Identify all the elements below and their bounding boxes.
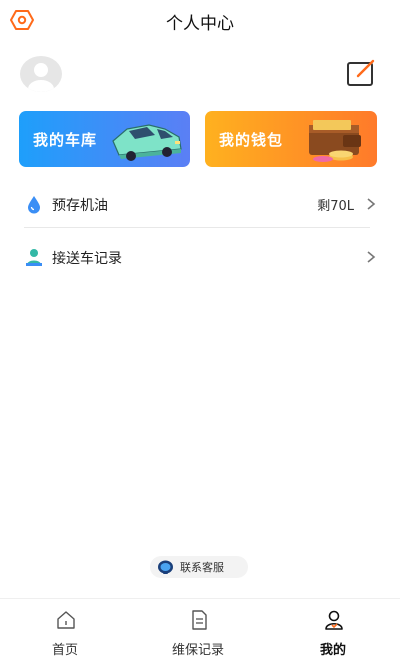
person-icon	[325, 610, 343, 630]
home-icon	[57, 611, 75, 629]
header: 个人中心	[0, 0, 400, 40]
document-icon	[192, 610, 207, 630]
my-garage-card[interactable]: 我的车库	[19, 111, 190, 167]
wallet-illustration-icon	[309, 120, 361, 162]
pickup-records-label: 接送车记录	[52, 251, 122, 267]
my-wallet-label: 我的钱包	[219, 131, 284, 149]
my-garage-label: 我的车库	[33, 131, 98, 149]
driver-person-icon	[26, 249, 42, 266]
contact-service-button[interactable]: 联系客服	[150, 556, 248, 578]
pickup-records-row[interactable]: 接送车记录	[20, 239, 378, 275]
divider	[24, 227, 370, 228]
default-avatar-icon	[28, 63, 54, 92]
page-title: 个人中心	[166, 14, 234, 34]
tab-bar: 首页 维保记录 我的	[0, 598, 400, 666]
chevron-right-icon	[367, 251, 376, 263]
chevron-right-icon	[367, 198, 376, 210]
oil-remaining-value: 剩70L	[317, 199, 354, 214]
my-wallet-card[interactable]: 我的钱包	[205, 111, 377, 167]
tab-records-label: 维保记录	[171, 643, 224, 658]
oil-drop-icon	[28, 196, 40, 214]
tab-mine[interactable]: 我的	[268, 599, 398, 666]
avatar[interactable]	[20, 56, 62, 92]
car-illustration-icon	[112, 124, 182, 161]
tab-mine-label: 我的	[319, 643, 346, 658]
tab-maintenance-records[interactable]: 维保记录	[133, 599, 263, 666]
tab-home-label: 首页	[51, 643, 78, 658]
headset-icon	[158, 560, 173, 574]
tab-home[interactable]: 首页	[0, 599, 130, 666]
prepaid-oil-row[interactable]: 预存机油 剩70L	[20, 186, 378, 222]
prepaid-oil-label: 预存机油	[52, 198, 108, 214]
contact-service-label: 联系客服	[180, 561, 224, 574]
edit-icon[interactable]	[346, 59, 376, 87]
